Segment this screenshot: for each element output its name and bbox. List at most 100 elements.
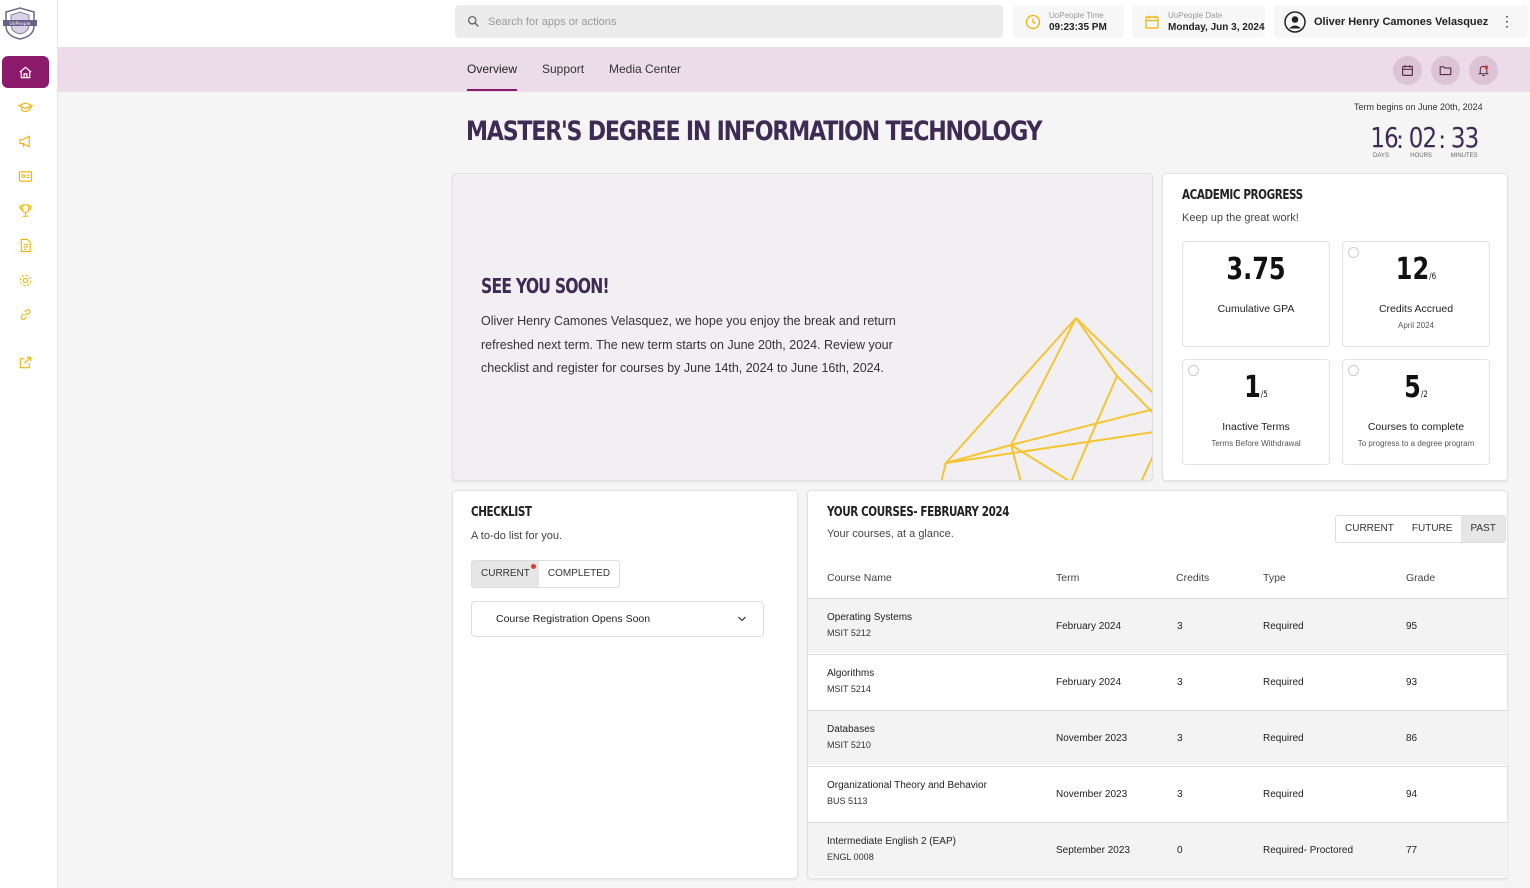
table-row[interactable]: Algorithms MSIT 5214 February 2024 3 Req… [808, 654, 1508, 709]
sidebar-item-home[interactable] [2, 56, 49, 88]
course-term: February 2024 [1056, 677, 1122, 688]
term-begin-note: Term begins on June 20th, 2024 [1354, 102, 1483, 112]
sidebar-item-announcements[interactable] [2, 125, 49, 157]
gpa-label: Cumulative GPA [1217, 303, 1295, 315]
course-grade: 93 [1406, 677, 1418, 688]
graduation-cap-icon [18, 101, 33, 112]
course-term: February 2024 [1056, 621, 1122, 632]
megaphone-icon [19, 134, 30, 148]
checklist-heading: CHECKLIST [471, 505, 532, 520]
checklist-tab-current-label: CURRENT [481, 568, 530, 579]
inactive-terms-label: Inactive Terms [1222, 421, 1290, 433]
hero-message: Oliver Henry Camones Velasquez, we hope … [481, 314, 896, 375]
uopeople-time: UoPeople Time 09:23:35 PM [1013, 5, 1124, 38]
more-vertical-icon[interactable]: ⋮ [1500, 14, 1514, 28]
checklist-tabs: CURRENT COMPLETED [471, 560, 621, 588]
filter-future[interactable]: FUTURE [1403, 516, 1462, 542]
tab-support[interactable]: Support [542, 62, 584, 76]
top-bar: UoPeople Time 09:23:35 PM UoPeople Date … [58, 0, 1530, 47]
hero-heading: SEE YOU SOON! [481, 274, 610, 298]
sidebar-item-achievements[interactable] [2, 194, 49, 226]
courses-to-complete-label: Courses to complete [1367, 421, 1465, 433]
search-input[interactable] [488, 15, 968, 28]
inactive-terms-stat: 1/5 Inactive Terms Terms Before Withdraw… [1182, 359, 1330, 465]
trophy-icon [19, 203, 32, 217]
course-type: Required [1263, 621, 1304, 632]
courses-to-complete-stat: 5/2 Courses to complete To progress to a… [1342, 359, 1490, 465]
course-code: BUS 5113 [827, 796, 868, 806]
term-countdown: 16 DAYS : 02 HOURS : 33 MINUTES [1368, 121, 1480, 160]
progress-subtitle: Keep up the great work! [1182, 212, 1299, 224]
table-row[interactable]: Operating Systems MSIT 5212 February 202… [808, 598, 1508, 653]
sidebar: UoPeople [0, 0, 58, 888]
notification-dot [530, 564, 536, 569]
credits-stat: 12/6 Credits Accrued April 2024 [1342, 241, 1490, 347]
sidebar-item-id-card[interactable] [2, 160, 49, 192]
time-label: UoPeople Time [1049, 10, 1104, 20]
courses-to-complete-denom: /2 [1420, 390, 1428, 400]
notifications-button[interactable] [1469, 56, 1498, 85]
document-icon [20, 238, 31, 252]
sidebar-item-academics[interactable] [2, 91, 49, 123]
bell-icon [1478, 65, 1489, 77]
checklist-item[interactable]: Course Registration Opens Soon [471, 601, 764, 637]
course-type: Required [1263, 733, 1304, 744]
inactive-terms-sub: Terms Before Withdrawal [1211, 439, 1301, 448]
course-name: Operating Systems [827, 612, 913, 623]
course-code: ENGL 0008 [827, 852, 874, 862]
countdown-days: 16 [1370, 121, 1398, 154]
welcome-back-card: SEE YOU SOON! Oliver Henry Camones Velas… [452, 173, 1153, 481]
search-box[interactable] [455, 5, 1003, 38]
course-name: Intermediate English 2 (EAP) [827, 836, 956, 847]
sidebar-item-links[interactable] [2, 298, 49, 330]
filter-past[interactable]: PAST [1461, 516, 1505, 542]
gpa-stat: 3.75 Cumulative GPA [1182, 241, 1330, 347]
countdown-hours: 02 [1408, 121, 1437, 154]
user-menu[interactable]: Oliver Henry Camones Velasquez ⋮ [1274, 5, 1528, 38]
course-name: Databases [827, 724, 875, 735]
countdown-separator: : [1438, 126, 1447, 154]
course-code: MSIT 5210 [827, 740, 871, 750]
calendar-button[interactable] [1393, 56, 1422, 85]
sidebar-item-documents[interactable] [2, 229, 49, 261]
sidebar-item-settings[interactable] [2, 264, 49, 296]
table-row[interactable]: Databases MSIT 5210 November 2023 3 Requ… [808, 710, 1508, 765]
checklist-tab-current[interactable]: CURRENT [472, 561, 539, 587]
gpa-value: 3.75 [1226, 252, 1286, 287]
course-credits: 3 [1177, 677, 1183, 688]
course-credits: 3 [1177, 733, 1183, 744]
clock-icon [1025, 14, 1041, 29]
uopeople-date: UoPeople Date Monday, Jun 3, 2024 [1132, 5, 1265, 38]
course-term: November 2023 [1056, 789, 1128, 800]
table-row[interactable]: Organizational Theory and Behavior BUS 5… [808, 766, 1508, 821]
uopeople-logo[interactable]: UoPeople [2, 6, 38, 40]
tab-overview[interactable]: Overview [467, 62, 518, 91]
checklist-subtitle: A to-do list for you. [471, 530, 563, 542]
course-grade: 94 [1406, 789, 1418, 800]
course-credits: 3 [1177, 621, 1183, 632]
calendar-icon [1402, 65, 1413, 76]
table-row[interactable]: Intermediate English 2 (EAP) ENGL 0008 S… [808, 822, 1508, 877]
course-type: Required [1263, 677, 1304, 688]
chevron-down-icon [738, 616, 746, 622]
settings-icon [19, 274, 32, 286]
calendar-icon [1145, 15, 1159, 29]
column-header-term: Term [1056, 572, 1080, 584]
sidebar-item-external[interactable] [2, 346, 49, 378]
credits-sub: April 2024 [1397, 321, 1435, 330]
time-value: 09:23:35 PM [1049, 21, 1107, 33]
column-header-grade: Grade [1406, 572, 1436, 584]
checklist-tab-completed[interactable]: COMPLETED [539, 561, 619, 587]
course-grade: 95 [1406, 621, 1418, 632]
checklist-card: CHECKLIST A to-do list for you. CURRENT … [452, 490, 798, 879]
home-icon [19, 66, 32, 78]
user-avatar-icon [1284, 10, 1306, 33]
folder-button[interactable] [1431, 56, 1460, 85]
course-type: Required [1263, 789, 1304, 800]
tab-media-center[interactable]: Media Center [609, 62, 681, 76]
inactive-terms-value: 1 [1244, 370, 1261, 405]
filter-current[interactable]: CURRENT [1336, 516, 1403, 542]
decorative-lines [941, 317, 1152, 480]
sub-navigation: Overview Support Media Center [58, 47, 1530, 92]
course-credits: 3 [1177, 789, 1183, 800]
